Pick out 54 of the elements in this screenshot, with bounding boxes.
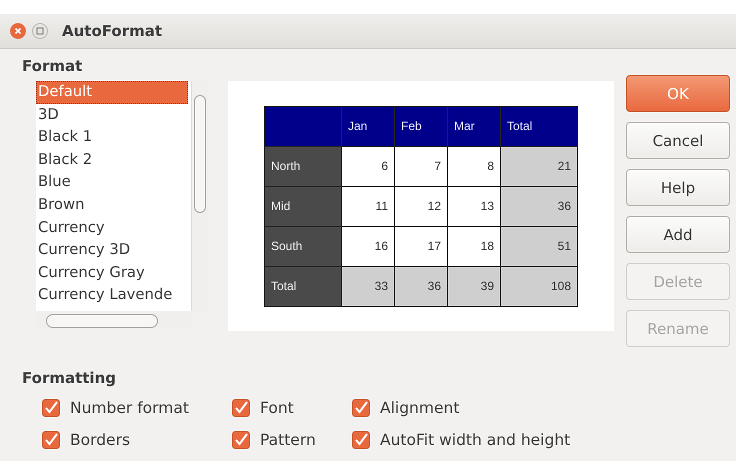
maximize-icon[interactable] [32, 23, 48, 39]
list-item[interactable]: Black 1 [36, 126, 188, 149]
table-cell: 12 [394, 186, 448, 226]
checkbox[interactable] [352, 431, 370, 449]
close-icon[interactable] [10, 23, 26, 39]
row-header: South [264, 226, 342, 266]
table-cell: 11 [342, 186, 394, 226]
checkbox[interactable] [352, 399, 370, 417]
checkbox[interactable] [42, 399, 60, 417]
list-item[interactable]: Currency 3D [36, 239, 188, 262]
column-header: Jan [342, 106, 394, 146]
list-item[interactable]: Currency [36, 216, 188, 240]
list-item[interactable]: Brown [36, 194, 188, 217]
list-item[interactable]: Currency Lavende [36, 284, 188, 307]
column-header: Feb [394, 106, 448, 146]
dialog-button[interactable]: Cancel [626, 122, 730, 159]
table-cell: 6 [342, 146, 394, 186]
table-cell: 21 [500, 146, 578, 186]
row-header: Total [264, 266, 342, 306]
table-cell: 18 [448, 226, 500, 266]
checkbox[interactable] [232, 399, 250, 417]
checkbox-label: Font [260, 399, 294, 417]
checkbox-label: Alignment [380, 399, 460, 417]
table-cell: 33 [342, 266, 394, 306]
table-cell: 7 [394, 146, 448, 186]
list-item[interactable]: Currency Gray [36, 262, 188, 284]
column-header: Total [500, 106, 578, 146]
table-cell: 13 [448, 186, 500, 226]
table-cell: 36 [394, 266, 448, 306]
checkbox[interactable] [42, 431, 60, 449]
list-item[interactable]: Black 2 [36, 148, 188, 172]
checkbox[interactable] [232, 431, 250, 449]
checkbox-label: Pattern [260, 431, 316, 449]
section-heading: Formatting [22, 369, 117, 387]
column-header: Mar [448, 106, 500, 146]
section-heading: Format [22, 57, 84, 75]
table-cell: 8 [448, 146, 500, 186]
dialog-button[interactable]: Add [626, 216, 730, 253]
list-item[interactable]: 3D [36, 104, 188, 126]
format-list[interactable]: Default 3D Black 1 Black 2 Blue Brown Currency Currency 3D Currency Gray Currency Lavende [36, 81, 191, 311]
checkbox-label: Borders [70, 431, 130, 449]
table-cell: 16 [342, 226, 394, 266]
checkbox-label: AutoFit width and height [380, 431, 570, 449]
row-header: North [264, 146, 342, 186]
list-item[interactable]: Blue [36, 171, 188, 194]
table-cell: 36 [500, 186, 578, 226]
window-title: AutoFormat [62, 22, 162, 40]
row-header: Mid [264, 186, 342, 226]
table-cell: 108 [500, 266, 578, 306]
table-cell: 39 [448, 266, 500, 306]
dialog-button[interactable]: Help [626, 169, 730, 206]
table-cell: 17 [394, 226, 448, 266]
checkbox-label: Number format [70, 399, 189, 417]
table-cell: 51 [500, 226, 578, 266]
